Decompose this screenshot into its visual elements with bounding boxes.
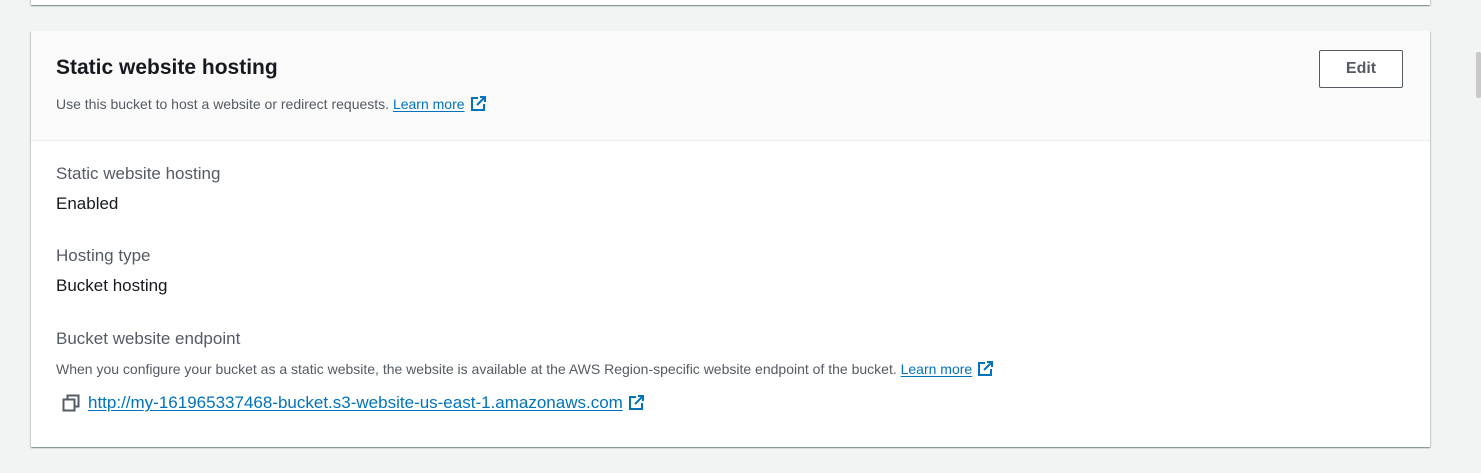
panel-description-text: Use this bucket to host a website or red… — [56, 96, 390, 112]
static-website-hosting-panel: Static website hosting Use this bucket t… — [31, 31, 1430, 447]
external-link-icon[interactable] — [628, 395, 644, 411]
copy-icon[interactable] — [62, 394, 80, 412]
hosting-type-value: Bucket hosting — [56, 276, 168, 295]
external-link-icon[interactable] — [977, 361, 994, 377]
endpoint-url-link[interactable]: http://my-161965337468-bucket.s3-website… — [88, 392, 623, 414]
endpoint-description-text: When you configure your bucket as a stat… — [56, 361, 897, 377]
endpoint-learn-more-link[interactable]: Learn more — [901, 361, 973, 377]
endpoint-label: Bucket website endpoint — [56, 329, 241, 348]
panel-title: Static website hosting — [56, 56, 278, 79]
panel-description: Use this bucket to host a website or red… — [56, 95, 486, 113]
endpoint-learn-more-label: Learn more — [900, 361, 973, 377]
endpoint-description: When you configure your bucket as a stat… — [56, 360, 994, 378]
external-link-icon[interactable] — [470, 96, 486, 112]
learn-more-link[interactable]: Learn more — [393, 96, 465, 112]
learn-more-label: Learn more — [392, 96, 465, 112]
scrollbar-thumb[interactable] — [1476, 52, 1481, 98]
previous-section-card — [31, 0, 1430, 5]
hosting-type-label: Hosting type — [56, 246, 151, 265]
endpoint-url-row: http://my-161965337468-bucket.s3-website… — [62, 391, 644, 415]
panel-header: Static website hosting Use this bucket t… — [31, 31, 1430, 141]
edit-button[interactable]: Edit — [1319, 50, 1403, 88]
hosting-status-label: Static website hosting — [56, 164, 221, 183]
hosting-status-value: Enabled — [56, 194, 119, 213]
